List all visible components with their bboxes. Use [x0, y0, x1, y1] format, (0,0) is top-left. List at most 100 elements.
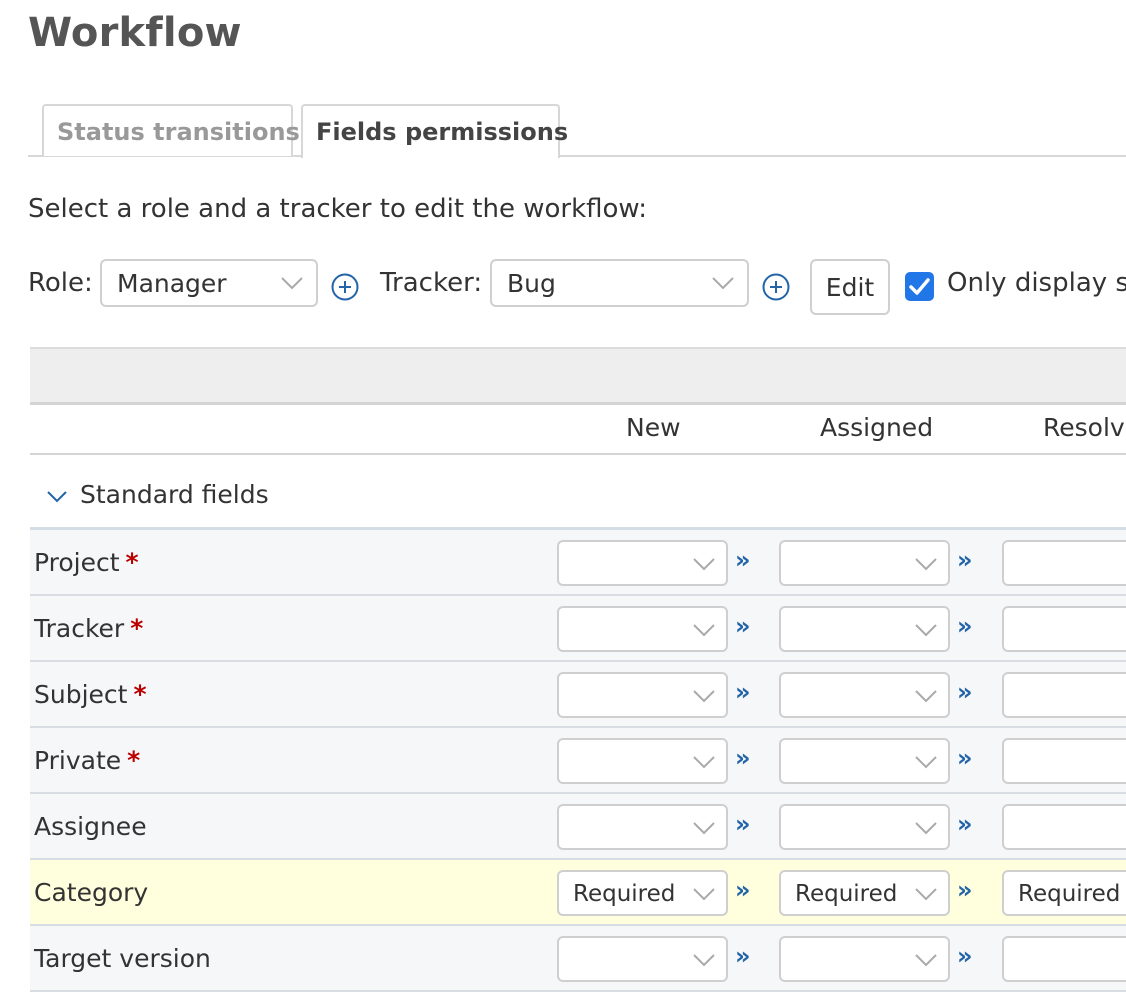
permission-select-assigned[interactable] [779, 936, 950, 982]
permission-select-resolve[interactable] [1002, 738, 1126, 784]
chevron-down-icon [915, 888, 937, 901]
add-role-icon[interactable] [330, 272, 360, 302]
permission-select-new[interactable]: Required [557, 870, 728, 916]
permission-select-new[interactable] [557, 606, 728, 652]
permission-value: Required [573, 881, 676, 907]
chevron-down-icon [693, 756, 715, 769]
permission-value: Required [1018, 881, 1121, 907]
group-standard-fields[interactable]: Standard fields [30, 456, 1126, 529]
instruction-text: Select a role and a tracker to edit the … [28, 194, 648, 224]
table-header-divider [30, 453, 1126, 455]
checkmark-icon [909, 278, 930, 295]
field-name: Subject [34, 680, 128, 709]
field-label: Project * [34, 548, 139, 577]
permission-select-assigned[interactable] [779, 606, 950, 652]
permission-select-resolve[interactable] [1002, 540, 1126, 586]
chevron-down-icon [915, 756, 937, 769]
table-row: Private * » » [30, 728, 1126, 794]
copy-right-link[interactable]: » [735, 546, 751, 574]
chevron-down-icon [693, 822, 715, 835]
field-name: Tracker [34, 614, 125, 643]
permission-select-resolve[interactable] [1002, 936, 1126, 982]
permission-select-assigned[interactable] [779, 738, 950, 784]
field-name: Assignee [34, 812, 147, 841]
tracker-select-value: Bug [507, 269, 556, 298]
table-row: Subject * » » [30, 662, 1126, 728]
field-label: Private * [34, 746, 140, 775]
field-name: Project [34, 548, 120, 577]
copy-right-link[interactable]: » [957, 876, 973, 904]
copy-right-link[interactable]: » [735, 678, 751, 706]
permission-select-new[interactable] [557, 672, 728, 718]
copy-right-link[interactable]: » [957, 612, 973, 640]
permission-select-resolve[interactable] [1002, 672, 1126, 718]
required-marker: * [127, 746, 141, 775]
permission-select-new[interactable] [557, 738, 728, 784]
permission-value: Required [795, 881, 898, 907]
copy-right-link[interactable]: » [735, 876, 751, 904]
permission-select-new[interactable] [557, 936, 728, 982]
field-label: Category [34, 878, 148, 907]
chevron-down-icon [712, 277, 734, 290]
tab-status-transitions[interactable]: Status transitions [42, 104, 300, 156]
permission-select-new[interactable] [557, 804, 728, 850]
copy-right-link[interactable]: » [957, 744, 973, 772]
chevron-down-icon [693, 690, 715, 703]
chevron-down-icon [915, 822, 937, 835]
chevron-down-icon [693, 954, 715, 967]
table-row: Target version » » [30, 926, 1126, 992]
field-label: Tracker * [34, 614, 143, 643]
field-name: Private [34, 746, 122, 775]
chevron-down-icon [915, 624, 937, 637]
permission-select-assigned[interactable] [779, 804, 950, 850]
copy-right-link[interactable]: » [735, 942, 751, 970]
group-label: Standard fields [80, 480, 269, 509]
table-row: Assignee » » [30, 794, 1126, 860]
tracker-label: Tracker: [380, 268, 483, 298]
field-label: Subject * [34, 680, 147, 709]
page-title: Workflow [28, 10, 242, 56]
copy-right-link[interactable]: » [957, 678, 973, 706]
copy-right-link[interactable]: » [957, 810, 973, 838]
role-select[interactable]: Manager [100, 259, 318, 307]
copy-right-link[interactable]: » [735, 810, 751, 838]
permission-select-resolve[interactable] [1002, 804, 1126, 850]
column-header-resolved: Resolve [1043, 413, 1126, 442]
role-select-value: Manager [117, 269, 227, 298]
field-name: Target version [34, 944, 211, 973]
chevron-down-icon [281, 277, 303, 290]
table-row: Category Required » Required » Required [30, 860, 1126, 926]
permission-select-resolve[interactable] [1002, 606, 1126, 652]
chevron-down-icon [915, 558, 937, 571]
field-label: Target version [34, 944, 211, 973]
copy-right-link[interactable]: » [957, 546, 973, 574]
only-display-checkbox[interactable] [905, 272, 934, 301]
permission-select-assigned[interactable] [779, 540, 950, 586]
chevron-down-icon [693, 558, 715, 571]
tab-fields-permissions[interactable]: Fields permissions [301, 104, 568, 158]
tracker-select[interactable]: Bug [490, 259, 749, 307]
permission-select-assigned[interactable]: Required [779, 870, 950, 916]
table-row: Project * » » [30, 530, 1126, 596]
chevron-down-icon [47, 491, 67, 503]
chevron-down-icon [915, 954, 937, 967]
permission-select-new[interactable] [557, 540, 728, 586]
required-marker: * [125, 548, 139, 577]
required-marker: * [133, 680, 147, 709]
add-tracker-icon[interactable] [761, 272, 791, 302]
field-name: Category [34, 878, 149, 907]
chevron-down-icon [693, 624, 715, 637]
chevron-down-icon [915, 690, 937, 703]
required-marker: * [130, 614, 144, 643]
table-row: Tracker * » » [30, 596, 1126, 662]
permission-select-assigned[interactable] [779, 672, 950, 718]
page: Workflow Status transitions Fields permi… [0, 0, 1126, 1006]
permission-select-resolve[interactable]: Required [1002, 870, 1126, 916]
copy-right-link[interactable]: » [957, 942, 973, 970]
field-label: Assignee [34, 812, 147, 841]
column-header-assigned: Assigned [820, 413, 934, 442]
copy-right-link[interactable]: » [735, 744, 751, 772]
edit-button[interactable]: Edit [810, 259, 890, 315]
chevron-down-icon [693, 888, 715, 901]
copy-right-link[interactable]: » [735, 612, 751, 640]
